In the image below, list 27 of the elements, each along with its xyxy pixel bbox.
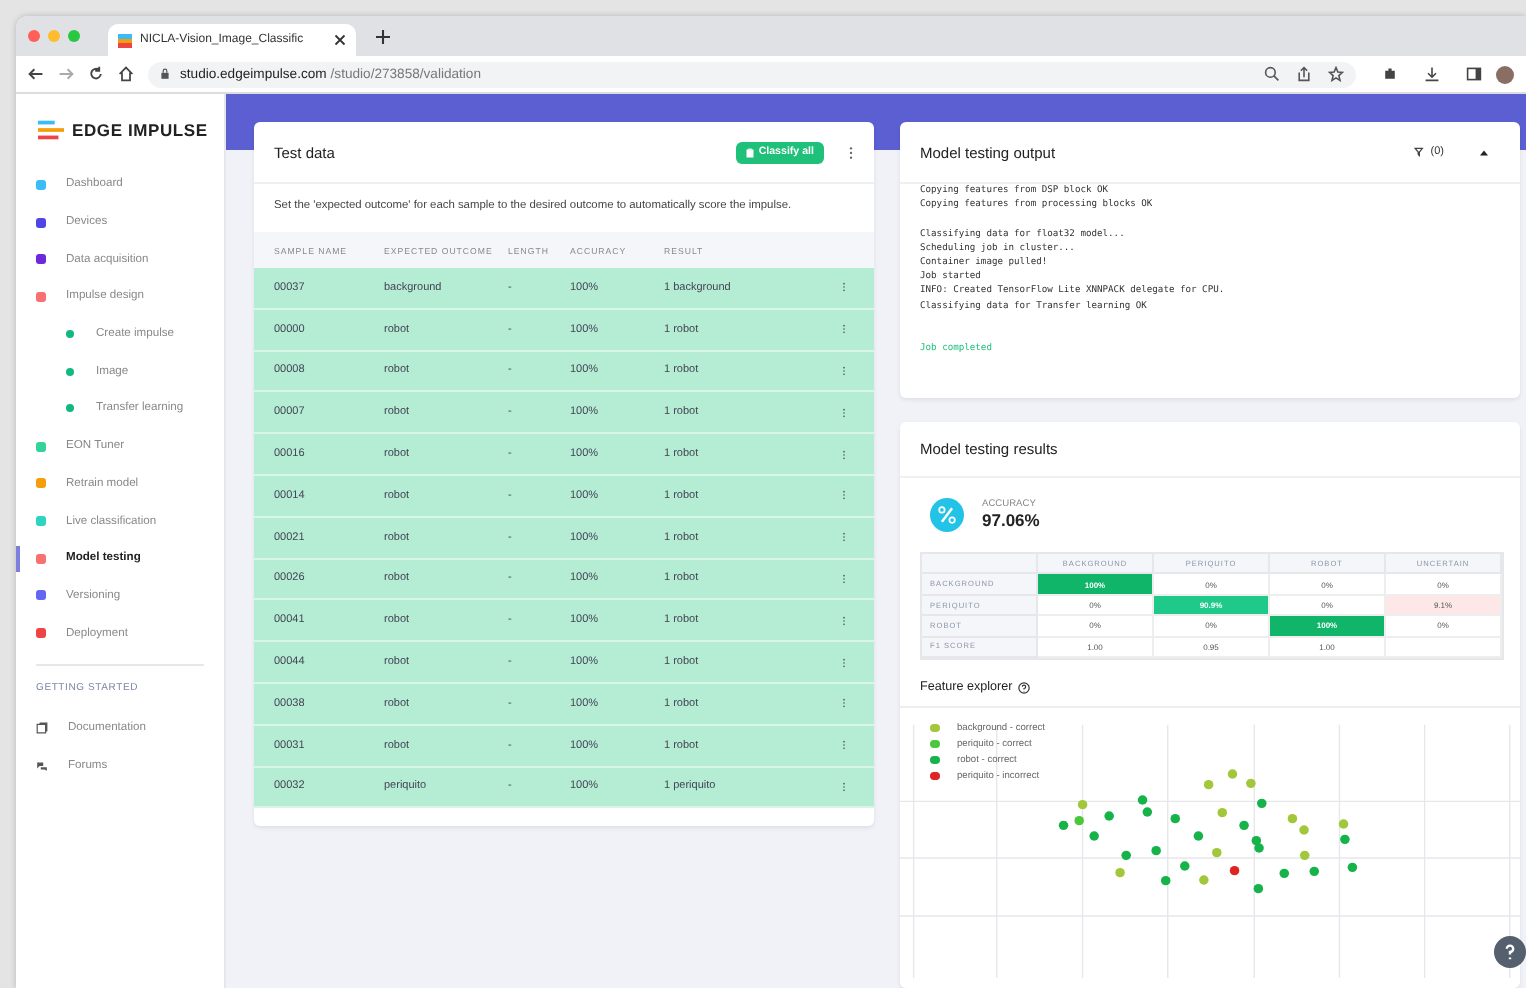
logo-icon bbox=[38, 120, 64, 140]
reload-icon[interactable] bbox=[88, 66, 104, 82]
accuracy-value: 97.06% bbox=[982, 510, 1040, 531]
zoom-icon[interactable] bbox=[1264, 66, 1280, 82]
new-tab-icon[interactable] bbox=[376, 29, 390, 43]
chat-icon bbox=[36, 759, 48, 772]
forward-icon[interactable] bbox=[58, 66, 74, 82]
download-icon[interactable] bbox=[1424, 66, 1440, 82]
home-icon[interactable] bbox=[118, 66, 134, 82]
star-icon[interactable] bbox=[1328, 66, 1344, 82]
logo-text: EDGE IMPULSE bbox=[72, 120, 208, 140]
close-icon[interactable] bbox=[334, 34, 346, 46]
more-icon[interactable] bbox=[848, 145, 854, 159]
sidebar-icon[interactable] bbox=[1466, 66, 1482, 82]
close-window-icon[interactable] bbox=[28, 30, 40, 42]
extensions-icon[interactable] bbox=[1382, 66, 1398, 82]
help-icon[interactable] bbox=[1494, 936, 1526, 968]
maximize-window-icon[interactable] bbox=[68, 30, 80, 42]
share-icon[interactable] bbox=[1296, 66, 1312, 82]
clipboard-icon bbox=[746, 147, 755, 157]
percent-icon bbox=[930, 498, 964, 533]
help-icon[interactable] bbox=[1018, 681, 1031, 693]
avatar-icon[interactable] bbox=[1496, 65, 1514, 83]
lock-icon bbox=[160, 68, 170, 80]
filter-icon bbox=[1414, 146, 1427, 158]
back-icon[interactable] bbox=[28, 66, 44, 82]
site-logo-icon bbox=[118, 33, 132, 47]
